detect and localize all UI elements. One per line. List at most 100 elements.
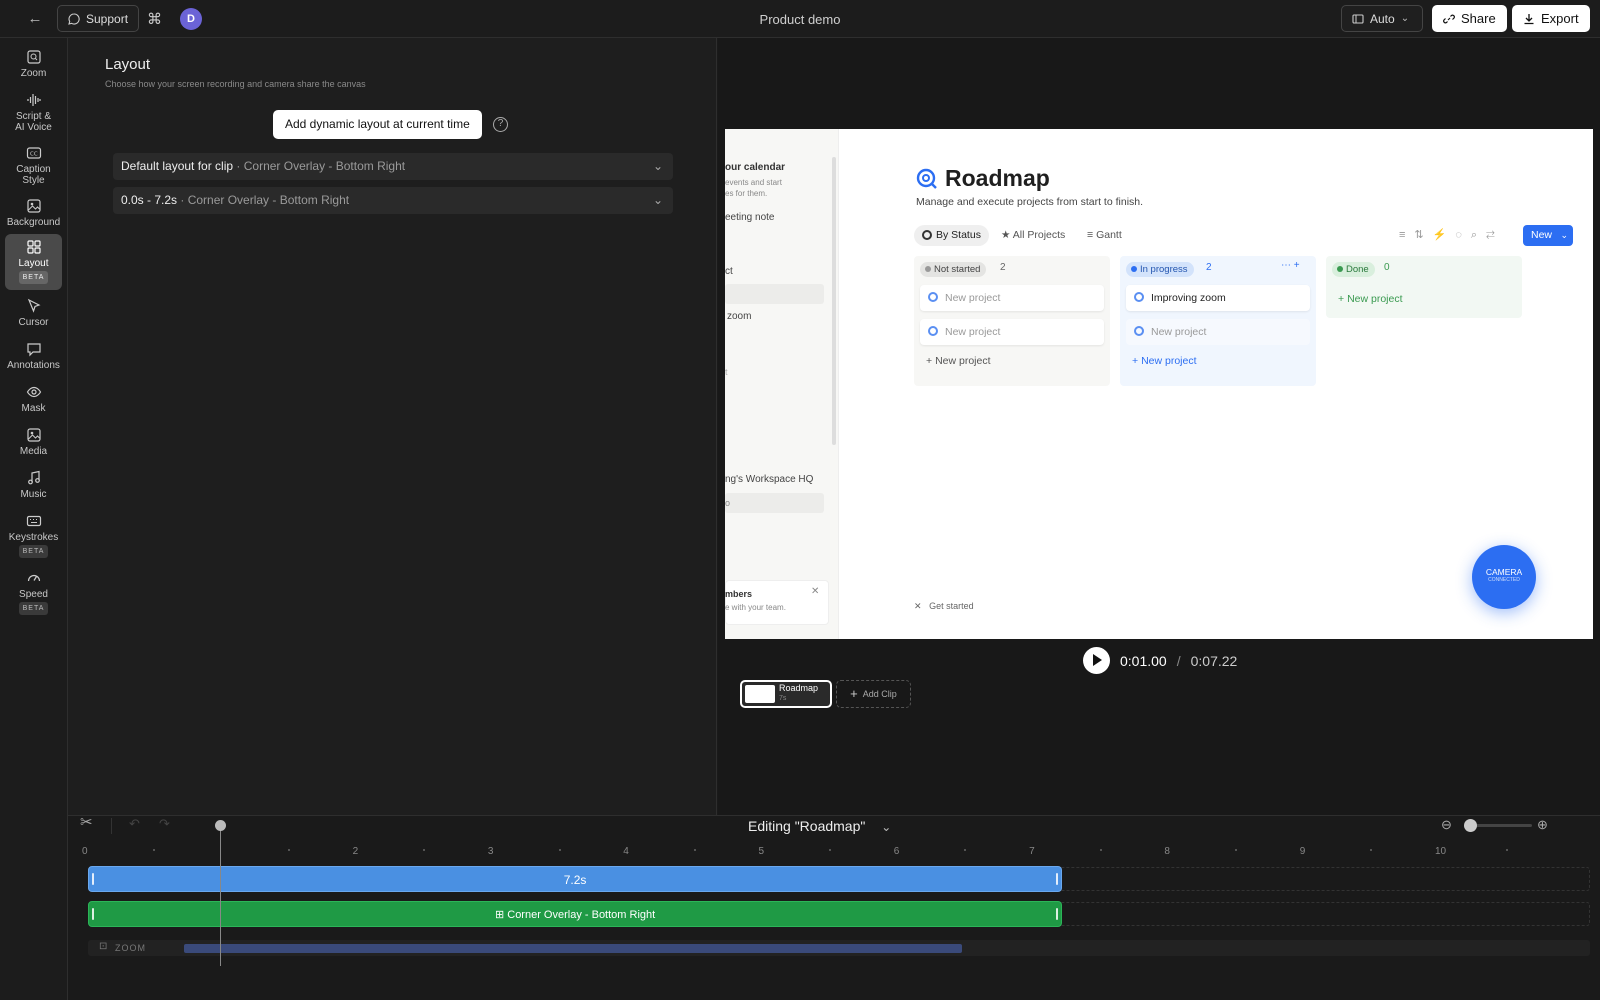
preview-area: our calendar events and start es for the… <box>718 38 1600 815</box>
ruler-tick-label: 9 <box>1299 846 1306 857</box>
sidebar-item-label: Speed <box>19 589 48 600</box>
ruler-tick-label: 4 <box>623 846 629 857</box>
sidebar-item-zoom[interactable]: Zoom <box>5 44 62 79</box>
comment-icon <box>26 343 41 357</box>
clip-left-handle[interactable] <box>92 908 94 920</box>
play-button[interactable] <box>1083 647 1110 674</box>
editing-label: Editing "Roadmap" <box>748 818 866 834</box>
ruler-minor-tick <box>829 849 832 851</box>
panel-subtitle: Choose how your screen recording and cam… <box>105 79 366 89</box>
clip-left-handle[interactable] <box>92 873 94 885</box>
share-button[interactable]: Share <box>1432 5 1507 32</box>
clip-right-handle[interactable] <box>1056 873 1059 885</box>
tab-gantt[interactable]: ≡ Gantt <box>1087 225 1122 246</box>
ruler-tick-label: 0 <box>82 846 88 857</box>
sidebar-item-music[interactable]: Music <box>5 465 62 500</box>
sidebar-item-keystrokes[interactable]: Keystrokes BETA <box>5 508 62 558</box>
layout-clip[interactable]: ⊞ Corner Overlay - Bottom Right <box>88 901 1063 927</box>
project-icon <box>928 326 938 336</box>
add-project-link[interactable]: + New project <box>1338 293 1403 305</box>
link-icon <box>1443 14 1455 23</box>
export-button[interactable]: Export <box>1512 5 1590 32</box>
project-card[interactable]: Improving zoom <box>1126 285 1310 311</box>
chevron-down-icon: ⌄ <box>1400 13 1410 24</box>
add-dynamic-layout-button[interactable]: Add dynamic layout at current time <box>273 110 482 139</box>
sidebar-item-layout[interactable]: Layout BETA <box>5 234 62 290</box>
playhead-handle[interactable] <box>215 820 227 831</box>
eye-icon <box>26 386 41 398</box>
sidebar-item-mask[interactable]: Mask <box>5 379 62 414</box>
camera-label: CAMERA <box>1485 567 1523 577</box>
sidebar-item-annotations[interactable]: Annotations <box>5 336 62 371</box>
ruler-minor-tick <box>1099 849 1102 851</box>
clip-duration-label: 7.2s <box>563 873 587 887</box>
aspect-ratio-dropdown[interactable]: Auto ⌄ <box>1341 5 1423 32</box>
sidebar-text: e with your team. <box>725 603 786 612</box>
sidebar-item-label: Zoom <box>20 68 47 79</box>
project-icon <box>1134 326 1144 336</box>
sidebar-item-label-line2: Style <box>22 175 45 186</box>
sidebar-item-caption-style[interactable]: CC Caption Style <box>5 140 62 186</box>
add-project-link[interactable]: + New project <box>926 355 991 367</box>
clip-right-handle[interactable] <box>1056 908 1059 920</box>
sidebar-item-media[interactable]: Media <box>5 422 62 457</box>
sidebar-item-background[interactable]: Background <box>5 193 62 228</box>
zoom-slider-knob[interactable] <box>1464 819 1477 832</box>
default-layout-row[interactable]: Default layout for clip · Corner Overlay… <box>113 153 673 180</box>
tab-all-projects[interactable]: ★ All Projects <box>1001 225 1065 246</box>
playhead[interactable] <box>220 826 222 966</box>
redo-icon[interactable]: ↷ <box>159 816 170 832</box>
sidebar-item-speed[interactable]: Speed BETA <box>5 565 62 615</box>
project-card[interactable]: New project <box>1126 319 1310 345</box>
scissors-icon[interactable]: ✂ <box>80 813 93 831</box>
new-button[interactable]: New ⌄ <box>1523 225 1573 246</box>
top-bar: ← Support ⌘ D Product demo Auto ⌄ Share … <box>0 0 1600 38</box>
zoom-region[interactable] <box>184 944 962 953</box>
clip-thumbnail[interactable]: Roadmap 7s <box>740 680 832 708</box>
zoom-in-icon[interactable]: ⊕ <box>1537 817 1548 833</box>
export-label: Export <box>1541 11 1579 26</box>
add-project-link[interactable]: + New project <box>1132 355 1197 367</box>
download-icon <box>1524 13 1534 24</box>
roadmap-icon <box>916 168 937 189</box>
video-preview[interactable]: our calendar events and start es for the… <box>725 129 1593 639</box>
zoom-track-icon: ⊡ <box>99 941 108 952</box>
add-label: New project <box>1141 355 1197 367</box>
zoom-out-icon[interactable]: ⊖ <box>1441 817 1452 833</box>
camera-bubble[interactable]: CAMERA CONNECTED <box>1472 545 1536 609</box>
get-started-bar[interactable]: ✕ Get started <box>914 601 974 612</box>
add-label: New project <box>935 355 991 367</box>
back-arrow-icon[interactable]: ← <box>26 10 44 28</box>
app-sidebar: our calendar events and start es for the… <box>725 129 839 639</box>
column-actions[interactable]: ⋯ + <box>1281 260 1300 271</box>
timeline-zoom-slider[interactable] <box>1464 819 1532 832</box>
video-clip[interactable]: 7.2s <box>88 866 1063 892</box>
support-button[interactable]: Support <box>57 5 140 32</box>
sidebar-text: ng's Workspace HQ <box>725 474 814 485</box>
beta-badge: BETA <box>18 602 49 615</box>
avatar[interactable]: D <box>180 8 202 30</box>
project-card[interactable]: New project <box>920 285 1104 311</box>
project-card[interactable]: New project <box>920 319 1104 345</box>
add-clip-button[interactable]: + Add Clip <box>836 680 911 708</box>
row-title: 0.0s - 7.2s <box>121 193 178 207</box>
ruler-minor-tick <box>287 849 290 851</box>
beta-badge: BETA <box>18 545 49 558</box>
sidebar-text: t <box>725 367 728 377</box>
undo-icon[interactable]: ↶ <box>129 816 140 832</box>
sidebar-item-script-ai-voice[interactable]: Script & AI Voice <box>5 87 62 133</box>
aspect-ratio-icon <box>1352 13 1364 24</box>
help-icon[interactable]: ? <box>493 117 508 132</box>
sidebar-item-label: Keystrokes <box>8 532 59 543</box>
sidebar-scrollbar <box>832 157 836 445</box>
sidebar-item-cursor[interactable]: Cursor <box>5 293 62 328</box>
editing-clip-dropdown[interactable]: Editing "Roadmap" ⌄ <box>748 818 891 834</box>
command-icon[interactable]: ⌘ <box>147 10 162 28</box>
close-icon[interactable]: ✕ <box>811 586 819 597</box>
status-dot <box>1131 266 1137 272</box>
tab-by-status[interactable]: By Status <box>914 225 989 246</box>
layout-segment-row[interactable]: 0.0s - 7.2s · Corner Overlay - Bottom Ri… <box>113 187 673 214</box>
share-label: Share <box>1461 11 1496 26</box>
status-icon <box>922 230 932 240</box>
add-clip-label: Add Clip <box>862 689 897 699</box>
